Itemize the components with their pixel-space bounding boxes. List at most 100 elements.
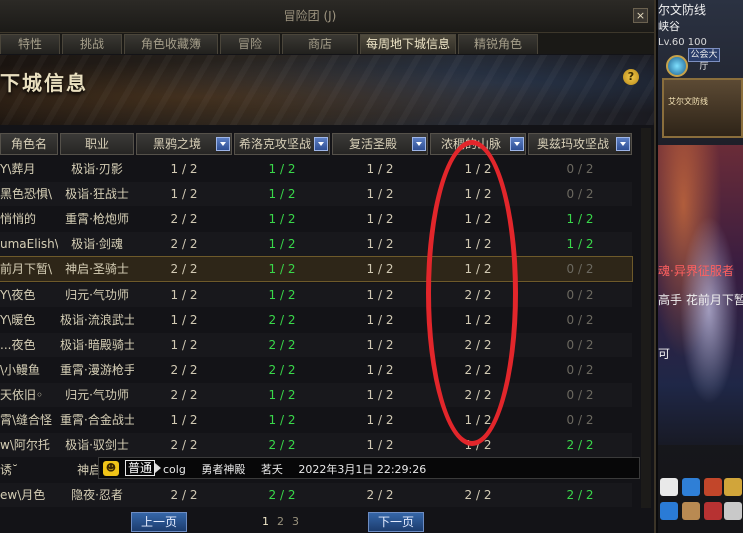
chat-message: colg 勇者神殿 茗夭 2022年3月1日 22:29:26 [163, 461, 438, 477]
next-page-button[interactable]: 下一页 [368, 512, 424, 532]
tab-6[interactable]: 每周地下城信息 [360, 34, 456, 54]
character-job: 极诣·剑魂 [71, 237, 123, 251]
table-row[interactable]: Y\夜色 归元·气功师 1 / 2 1 / 2 1 / 2 2 / 2 0 / 2 [0, 283, 632, 307]
table-header: 角色名 职业 黑鸦之境 希洛克攻坚战 复活圣殿 浓稠的山脉 奥兹玛攻坚战 [0, 133, 640, 155]
zone-subtitle: 峡谷 [658, 20, 680, 33]
table-row[interactable]: 黑色恐惧\ 极诣·狂战士 1 / 2 1 / 2 1 / 2 1 / 2 0 / 2 [0, 182, 632, 206]
tab-4[interactable]: 冒险 [220, 34, 280, 54]
clear-count: 1 / 2 [566, 212, 594, 226]
prev-page-button[interactable]: 上一页 [131, 512, 187, 532]
clear-count: 2 / 2 [170, 388, 198, 402]
clear-count: 2 / 2 [268, 313, 296, 327]
table-row[interactable]: Y\葬月 极诣·刃影 1 / 2 1 / 2 1 / 2 1 / 2 0 / 2 [0, 157, 632, 181]
character-job: 归元·气功师 [65, 388, 129, 402]
tab-3[interactable]: 角色收藏簿 [124, 34, 218, 54]
table-row[interactable]: Y\暖色 极诣·流浪武士 1 / 2 2 / 2 1 / 2 1 / 2 0 / 2 [0, 308, 632, 332]
clear-count: 2 / 2 [268, 438, 296, 452]
clear-count: 2 / 2 [170, 237, 198, 251]
music-icon[interactable] [682, 478, 700, 496]
tab-1[interactable]: 特性 [0, 34, 60, 54]
clear-count: 1 / 2 [566, 237, 594, 251]
compass-icon[interactable] [666, 55, 688, 77]
column-header-5[interactable]: 复活圣殿 [332, 133, 428, 155]
clear-count: 1 / 2 [464, 187, 492, 201]
character-icon[interactable] [660, 478, 678, 496]
clear-count: 1 / 2 [464, 237, 492, 251]
page-numbers: 123 [262, 515, 307, 528]
clear-count: 0 / 2 [566, 388, 594, 402]
guild-hall-button[interactable]: 公会大厅 [688, 48, 720, 72]
scroll-icon[interactable] [682, 502, 700, 520]
tp-icon[interactable] [660, 502, 678, 520]
column-header-4[interactable]: 希洛克攻坚战 [234, 133, 330, 155]
menu-icon[interactable] [724, 502, 742, 520]
banner-red-text: 魂·异界征服者 [658, 264, 734, 278]
character-job: 重霄·漫游枪手 [60, 363, 134, 377]
clear-count: 1 / 2 [464, 413, 492, 427]
character-name: \小鳗鱼 [0, 363, 41, 377]
dropdown-arrow-icon[interactable] [412, 137, 426, 151]
minimap[interactable]: 艾尔文防线 [662, 78, 743, 138]
clear-count: 0 / 2 [566, 288, 594, 302]
character-job: 神启·圣骑士 [65, 262, 129, 276]
chat-channel-button[interactable]: 普通 [125, 460, 156, 476]
character-name: ...夜色 [0, 338, 36, 352]
clear-count: 1 / 2 [366, 187, 394, 201]
gift-icon[interactable] [724, 478, 742, 496]
table-row[interactable]: umaElish\ 极诣·剑魂 2 / 2 1 / 2 1 / 2 1 / 2 1 / 2 [0, 232, 632, 256]
table-row[interactable]: 悄悄的 重霄·枪炮师 2 / 2 1 / 2 1 / 2 1 / 2 1 / 2 [0, 207, 632, 231]
dropdown-arrow-icon[interactable] [616, 137, 630, 151]
table-row[interactable]: 前月下暂\ 神启·圣骑士 2 / 2 1 / 2 1 / 2 1 / 2 0 / 2 [0, 256, 633, 282]
close-button[interactable]: × [633, 8, 648, 23]
clear-count: 2 / 2 [170, 262, 198, 276]
tab-5[interactable]: 商店 [282, 34, 358, 54]
table-row[interactable]: w\阿尔托 极诣·驭剑士 2 / 2 2 / 2 1 / 2 1 / 2 2 / 2 [0, 433, 632, 457]
clear-count: 0 / 2 [566, 187, 594, 201]
emoji-icon[interactable]: ☻ [103, 461, 119, 476]
page-link[interactable]: 2 [277, 515, 284, 528]
column-header-7[interactable]: 奥兹玛攻坚战 [528, 133, 632, 155]
table-row[interactable]: ...夜色 极诣·暗殿骑士 1 / 2 2 / 2 1 / 2 2 / 2 0 / 2 [0, 333, 632, 357]
side-text: 可 [658, 347, 671, 361]
tab-2[interactable]: 挑战 [62, 34, 122, 54]
page-link[interactable]: 1 [262, 515, 269, 528]
chat-message-bar: ☻ 普通 colg 勇者神殿 茗夭 2022年3月1日 22:29:26 [98, 457, 640, 479]
character-job: 归元·气功师 [65, 288, 129, 302]
tab-7[interactable]: 精锐角色 [458, 34, 538, 54]
ticket-icon[interactable] [704, 502, 722, 520]
help-icon[interactable]: ? [623, 69, 639, 85]
table-row[interactable]: 天依旧◦ 归元·气功师 2 / 2 1 / 2 1 / 2 2 / 2 0 / 2 [0, 383, 632, 407]
clear-count: 0 / 2 [566, 413, 594, 427]
table-row[interactable]: \小鳗鱼 重霄·漫游枪手 2 / 2 2 / 2 1 / 2 2 / 2 0 / 2 [0, 358, 632, 382]
page-link[interactable]: 3 [292, 515, 299, 528]
event-icon[interactable] [704, 478, 722, 496]
clear-count: 1 / 2 [268, 187, 296, 201]
title-bar[interactable]: 冒险团 (J) × [0, 0, 654, 33]
column-header-label: 角色名 [10, 137, 47, 151]
dropdown-arrow-icon[interactable] [314, 137, 328, 151]
chat-server: 勇者神殿 [201, 463, 246, 476]
clear-count: 0 / 2 [566, 338, 594, 352]
character-name: 前月下暂\ [0, 262, 53, 276]
chat-user[interactable]: 茗夭 [261, 463, 283, 476]
column-header-3[interactable]: 黑鸦之境 [136, 133, 232, 155]
table-row[interactable]: 霄\缝合怪 重霄·合金战士 1 / 2 1 / 2 1 / 2 1 / 2 0 / 2 [0, 408, 632, 432]
character-name: Y\夜色 [0, 288, 36, 302]
clear-count: 1 / 2 [170, 338, 198, 352]
scrollbar[interactable] [641, 128, 651, 508]
clear-count: 2 / 2 [464, 363, 492, 377]
clear-count: 1 / 2 [268, 162, 296, 176]
clear-count: 1 / 2 [268, 262, 296, 276]
clear-count: 1 / 2 [170, 313, 198, 327]
dropdown-arrow-icon[interactable] [216, 137, 230, 151]
clear-count: 1 / 2 [268, 388, 296, 402]
clear-count: 2 / 2 [170, 363, 198, 377]
clear-count: 1 / 2 [366, 212, 394, 226]
zone-title: 尔文防线 [658, 3, 707, 17]
game-side-panel: 尔文防线 峡谷 Lv.60 100 公会大厅 艾尔文防线 魂·异界征服者 高手 … [658, 0, 743, 533]
character-job: 极诣·狂战士 [65, 187, 129, 201]
column-header-6[interactable]: 浓稠的山脉 [430, 133, 526, 155]
clear-count: 1 / 2 [366, 262, 394, 276]
table-row[interactable]: ew\月色 隐夜·忍者 2 / 2 2 / 2 2 / 2 2 / 2 2 / 2 [0, 483, 632, 507]
dropdown-arrow-icon[interactable] [510, 137, 524, 151]
